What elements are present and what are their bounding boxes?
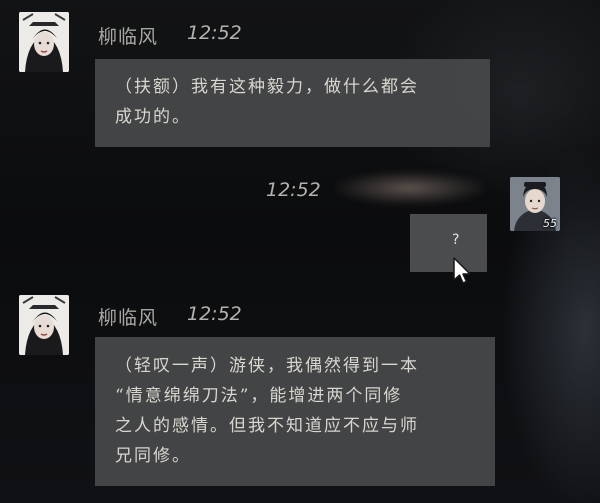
mouse-cursor-icon: [452, 256, 474, 290]
npc-avatar[interactable]: [19, 295, 69, 355]
player-message-bubble: ?: [410, 214, 487, 272]
player-message-text: ?: [452, 232, 460, 248]
message-timestamp: 12:52: [266, 179, 321, 201]
message-sender-name: 柳临风: [98, 307, 159, 329]
npc-avatar[interactable]: [19, 12, 69, 72]
message-bubble: （扶额）我有这种毅力，做什么都会 成功的。: [95, 59, 490, 147]
player-level-badge: 55: [543, 217, 557, 230]
message-timestamp: 12:52: [187, 22, 242, 44]
message-timestamp: 12:52: [187, 303, 242, 325]
player-name-redacted: [335, 171, 485, 205]
message-bubble: （轻叹一声）游侠，我偶然得到一本 “情意绵绵刀法”，能增进两个同修 之人的感情。…: [95, 337, 495, 486]
player-avatar[interactable]: 55: [510, 177, 560, 231]
message-sender-name: 柳临风: [98, 26, 159, 48]
